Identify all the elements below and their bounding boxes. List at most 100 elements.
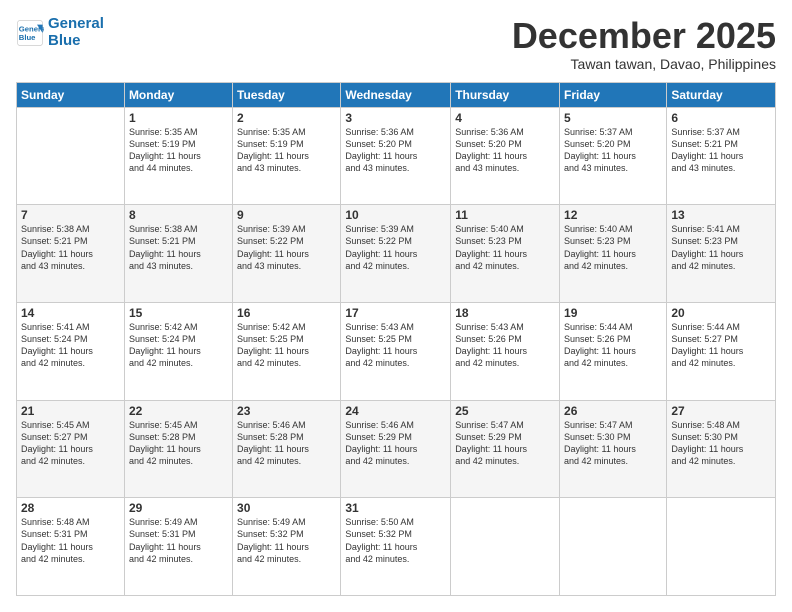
calendar-cell: 23Sunrise: 5:46 AM Sunset: 5:28 PM Dayli… [233,400,341,498]
page: General Blue General Blue December 2025 … [0,0,792,612]
calendar-cell: 16Sunrise: 5:42 AM Sunset: 5:25 PM Dayli… [233,302,341,400]
calendar-week-1: 7Sunrise: 5:38 AM Sunset: 5:21 PM Daylig… [17,205,776,303]
calendar-cell [451,498,560,596]
day-info: Sunrise: 5:44 AM Sunset: 5:27 PM Dayligh… [671,321,771,370]
calendar-cell: 11Sunrise: 5:40 AM Sunset: 5:23 PM Dayli… [451,205,560,303]
day-info: Sunrise: 5:50 AM Sunset: 5:32 PM Dayligh… [345,516,446,565]
logo-text: General Blue [48,16,104,49]
calendar-cell: 21Sunrise: 5:45 AM Sunset: 5:27 PM Dayli… [17,400,125,498]
calendar-cell: 22Sunrise: 5:45 AM Sunset: 5:28 PM Dayli… [124,400,232,498]
calendar-cell [667,498,776,596]
day-number: 6 [671,111,771,125]
day-number: 10 [345,208,446,222]
calendar-cell: 19Sunrise: 5:44 AM Sunset: 5:26 PM Dayli… [560,302,667,400]
day-number: 30 [237,501,336,515]
day-number: 29 [129,501,228,515]
calendar-cell: 15Sunrise: 5:42 AM Sunset: 5:24 PM Dayli… [124,302,232,400]
calendar-cell: 4Sunrise: 5:36 AM Sunset: 5:20 PM Daylig… [451,107,560,205]
calendar-week-4: 28Sunrise: 5:48 AM Sunset: 5:31 PM Dayli… [17,498,776,596]
calendar-cell [17,107,125,205]
day-info: Sunrise: 5:46 AM Sunset: 5:29 PM Dayligh… [345,419,446,468]
calendar-cell [560,498,667,596]
day-number: 2 [237,111,336,125]
day-number: 23 [237,404,336,418]
day-number: 19 [564,306,662,320]
day-number: 16 [237,306,336,320]
day-info: Sunrise: 5:35 AM Sunset: 5:19 PM Dayligh… [237,126,336,175]
calendar-cell: 7Sunrise: 5:38 AM Sunset: 5:21 PM Daylig… [17,205,125,303]
calendar-table: SundayMondayTuesdayWednesdayThursdayFrid… [16,82,776,596]
day-number: 12 [564,208,662,222]
day-number: 26 [564,404,662,418]
logo: General Blue General Blue [16,16,104,49]
day-number: 20 [671,306,771,320]
day-number: 27 [671,404,771,418]
day-info: Sunrise: 5:37 AM Sunset: 5:20 PM Dayligh… [564,126,662,175]
calendar-cell: 9Sunrise: 5:39 AM Sunset: 5:22 PM Daylig… [233,205,341,303]
day-number: 15 [129,306,228,320]
svg-text:Blue: Blue [19,33,36,42]
calendar-cell: 14Sunrise: 5:41 AM Sunset: 5:24 PM Dayli… [17,302,125,400]
day-info: Sunrise: 5:48 AM Sunset: 5:30 PM Dayligh… [671,419,771,468]
calendar-week-3: 21Sunrise: 5:45 AM Sunset: 5:27 PM Dayli… [17,400,776,498]
calendar-cell: 29Sunrise: 5:49 AM Sunset: 5:31 PM Dayli… [124,498,232,596]
calendar-cell: 13Sunrise: 5:41 AM Sunset: 5:23 PM Dayli… [667,205,776,303]
calendar-cell: 26Sunrise: 5:47 AM Sunset: 5:30 PM Dayli… [560,400,667,498]
day-info: Sunrise: 5:41 AM Sunset: 5:24 PM Dayligh… [21,321,120,370]
day-info: Sunrise: 5:47 AM Sunset: 5:29 PM Dayligh… [455,419,555,468]
col-header-thursday: Thursday [451,82,560,107]
day-info: Sunrise: 5:43 AM Sunset: 5:26 PM Dayligh… [455,321,555,370]
calendar-week-0: 1Sunrise: 5:35 AM Sunset: 5:19 PM Daylig… [17,107,776,205]
logo-icon: General Blue [16,19,44,47]
day-number: 7 [21,208,120,222]
calendar-cell: 12Sunrise: 5:40 AM Sunset: 5:23 PM Dayli… [560,205,667,303]
day-number: 31 [345,501,446,515]
calendar-cell: 3Sunrise: 5:36 AM Sunset: 5:20 PM Daylig… [341,107,451,205]
day-number: 9 [237,208,336,222]
col-header-monday: Monday [124,82,232,107]
day-number: 24 [345,404,446,418]
day-number: 4 [455,111,555,125]
day-number: 8 [129,208,228,222]
calendar-cell: 24Sunrise: 5:46 AM Sunset: 5:29 PM Dayli… [341,400,451,498]
day-number: 13 [671,208,771,222]
day-info: Sunrise: 5:42 AM Sunset: 5:25 PM Dayligh… [237,321,336,370]
calendar-cell: 20Sunrise: 5:44 AM Sunset: 5:27 PM Dayli… [667,302,776,400]
day-info: Sunrise: 5:45 AM Sunset: 5:27 PM Dayligh… [21,419,120,468]
day-number: 18 [455,306,555,320]
day-number: 25 [455,404,555,418]
day-info: Sunrise: 5:36 AM Sunset: 5:20 PM Dayligh… [455,126,555,175]
day-info: Sunrise: 5:35 AM Sunset: 5:19 PM Dayligh… [129,126,228,175]
day-info: Sunrise: 5:49 AM Sunset: 5:31 PM Dayligh… [129,516,228,565]
day-number: 22 [129,404,228,418]
header-row: SundayMondayTuesdayWednesdayThursdayFrid… [17,82,776,107]
calendar-cell: 18Sunrise: 5:43 AM Sunset: 5:26 PM Dayli… [451,302,560,400]
col-header-wednesday: Wednesday [341,82,451,107]
day-number: 28 [21,501,120,515]
day-info: Sunrise: 5:40 AM Sunset: 5:23 PM Dayligh… [455,223,555,272]
day-info: Sunrise: 5:40 AM Sunset: 5:23 PM Dayligh… [564,223,662,272]
col-header-saturday: Saturday [667,82,776,107]
calendar-week-2: 14Sunrise: 5:41 AM Sunset: 5:24 PM Dayli… [17,302,776,400]
calendar-cell: 28Sunrise: 5:48 AM Sunset: 5:31 PM Dayli… [17,498,125,596]
day-number: 5 [564,111,662,125]
header: General Blue General Blue December 2025 … [16,16,776,72]
day-info: Sunrise: 5:47 AM Sunset: 5:30 PM Dayligh… [564,419,662,468]
calendar-cell: 25Sunrise: 5:47 AM Sunset: 5:29 PM Dayli… [451,400,560,498]
day-info: Sunrise: 5:38 AM Sunset: 5:21 PM Dayligh… [21,223,120,272]
day-info: Sunrise: 5:38 AM Sunset: 5:21 PM Dayligh… [129,223,228,272]
calendar-cell: 6Sunrise: 5:37 AM Sunset: 5:21 PM Daylig… [667,107,776,205]
day-number: 14 [21,306,120,320]
calendar-cell: 17Sunrise: 5:43 AM Sunset: 5:25 PM Dayli… [341,302,451,400]
day-info: Sunrise: 5:48 AM Sunset: 5:31 PM Dayligh… [21,516,120,565]
calendar-cell: 5Sunrise: 5:37 AM Sunset: 5:20 PM Daylig… [560,107,667,205]
day-info: Sunrise: 5:44 AM Sunset: 5:26 PM Dayligh… [564,321,662,370]
month-title: December 2025 [512,16,776,56]
col-header-friday: Friday [560,82,667,107]
day-info: Sunrise: 5:37 AM Sunset: 5:21 PM Dayligh… [671,126,771,175]
day-info: Sunrise: 5:46 AM Sunset: 5:28 PM Dayligh… [237,419,336,468]
day-info: Sunrise: 5:39 AM Sunset: 5:22 PM Dayligh… [237,223,336,272]
day-info: Sunrise: 5:49 AM Sunset: 5:32 PM Dayligh… [237,516,336,565]
day-info: Sunrise: 5:43 AM Sunset: 5:25 PM Dayligh… [345,321,446,370]
title-block: December 2025 Tawan tawan, Davao, Philip… [512,16,776,72]
